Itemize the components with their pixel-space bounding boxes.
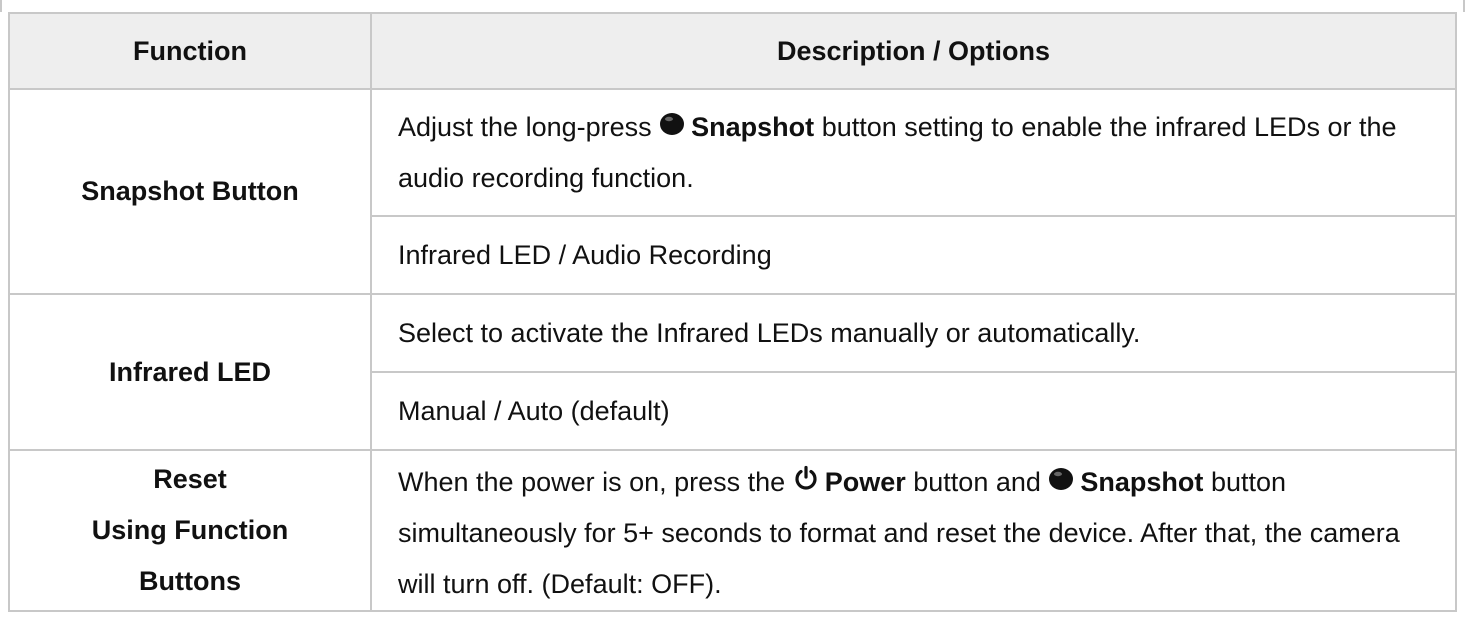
snapshot-dot-icon xyxy=(659,112,685,136)
function-reset: Reset Using Function Buttons xyxy=(8,449,372,612)
function-snapshot-button: Snapshot Button xyxy=(8,88,372,295)
function-table: Function Description / Options Snapshot … xyxy=(8,12,1457,612)
description-infrared-led: Select to activate the Infrared LEDs man… xyxy=(370,293,1457,373)
description-reset: When the power is on, press the Power bu… xyxy=(370,449,1457,612)
table-header-row: Function Description / Options xyxy=(8,12,1457,90)
header-description: Description / Options xyxy=(370,12,1457,90)
snapshot-label: Snapshot xyxy=(1080,467,1204,497)
function-reset-line: Reset xyxy=(153,464,227,494)
header-function: Function xyxy=(8,12,372,90)
power-label: Power xyxy=(824,467,906,497)
snapshot-dot-icon xyxy=(1048,467,1074,491)
function-reset-line: Using Function xyxy=(91,515,289,545)
table-row: Infrared LED Select to activate the Infr… xyxy=(8,293,1457,451)
desc-text: Adjust the long-press xyxy=(398,111,652,142)
snapshot-label: Snapshot xyxy=(691,111,815,142)
options-infrared-led: Manual / Auto (default) xyxy=(370,371,1457,451)
function-infrared-led: Infrared LED xyxy=(8,293,372,451)
power-icon xyxy=(793,465,819,491)
description-snapshot-button: Adjust the long-press Snapshot button se… xyxy=(370,88,1457,217)
function-reset-line: Buttons xyxy=(139,566,241,596)
options-snapshot-button: Infrared LED / Audio Recording xyxy=(370,215,1457,295)
table-top-edge xyxy=(0,0,1465,12)
table-row: Reset Using Function Buttons When the po… xyxy=(8,449,1457,612)
desc-text: When the power is on, press the xyxy=(398,467,786,497)
table-row: Snapshot Button Adjust the long-press Sn… xyxy=(8,88,1457,295)
desc-text: button and xyxy=(913,467,1041,497)
